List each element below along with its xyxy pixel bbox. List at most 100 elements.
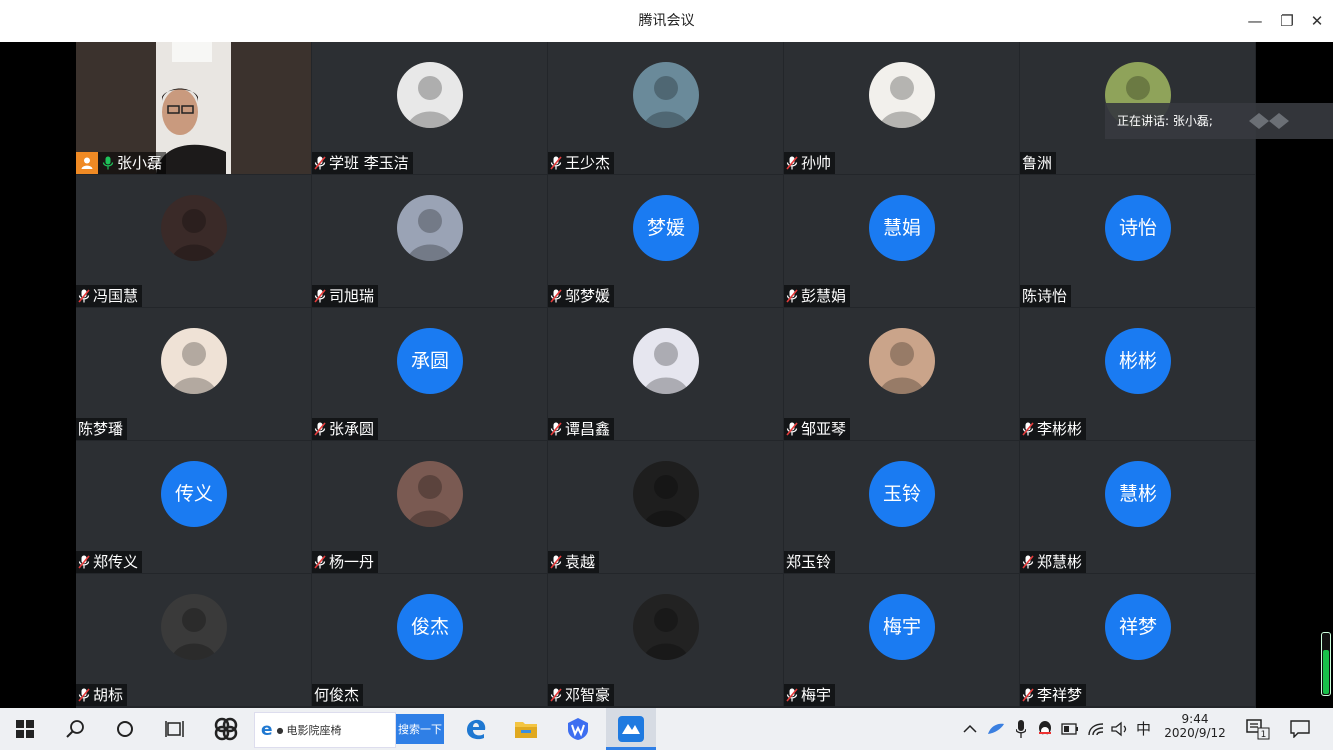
participant-tile[interactable]: 谭昌鑫 [548,308,783,440]
participant-tile[interactable]: 杨一丹 [312,441,547,573]
participant-tile[interactable]: 诗怡 陈诗怡 [1020,175,1255,307]
avatar-initials: 诗怡 [1105,195,1171,261]
pinwheel-app-button[interactable] [208,708,244,750]
task-view-button[interactable] [158,708,192,750]
participant-nameplate: 李彬彬 [1020,418,1087,440]
tray-qq-button[interactable] [1034,708,1056,750]
participant-nameplate: 邬梦媛 [548,285,615,307]
tray-battery-button[interactable] [1058,708,1082,750]
participant-tile[interactable]: 陈梦璠 [76,308,311,440]
edge-button[interactable] [458,708,494,750]
tray-volume-button[interactable] [1108,708,1132,750]
participant-name: 鲁洲 [1022,154,1053,172]
edge-icon [467,719,486,740]
participant-nameplate: 孙帅 [784,152,836,174]
task-view-icon [165,721,184,737]
ie-search-button[interactable]: 搜索一下 [396,714,444,744]
avatar-initials: 玉铃 [869,461,935,527]
participant-name: 王少杰 [565,154,611,172]
participant-tile[interactable]: 梦媛邬梦媛 [548,175,783,307]
participant-tile[interactable]: 司旭瑞 [312,175,547,307]
participant-name: 郑传义 [93,553,139,571]
participant-tile[interactable]: 张小磊 [76,42,311,174]
folder-icon [515,722,537,738]
taskbar: e ● 电影院座椅 搜索一下 中 9:44 2020/9/12 1 [0,708,1333,750]
tencent-meeting-icon [618,716,644,742]
avatar [633,62,699,128]
tencent-meeting-taskbar-button[interactable] [606,708,656,750]
avatar [633,328,699,394]
cortana-button[interactable] [108,708,142,750]
participant-tile[interactable]: 彬彬 李彬彬 [1020,308,1255,440]
search-icon [66,720,84,738]
participant-tile[interactable]: 孙帅 [784,42,1019,174]
minimize-button[interactable]: — [1240,0,1270,42]
participant-tile[interactable]: 邹亚琴 [784,308,1019,440]
avatar-initials: 梦媛 [633,195,699,261]
participant-name: 袁越 [565,553,596,571]
ime-indicator[interactable]: 中 [1136,708,1151,750]
chevron-up-icon [963,724,977,733]
tray-expand-button[interactable] [958,708,982,750]
participant-tile[interactable]: 邓智豪 [548,574,783,706]
avatar [397,62,463,128]
tray-wifi-button[interactable] [1084,708,1108,750]
avatar [397,461,463,527]
participant-tile[interactable]: 俊杰 何俊杰 [312,574,547,706]
microphone-muted-icon [314,422,326,436]
search-button[interactable] [58,708,92,750]
speech-bubble-icon [1290,720,1310,738]
participant-tile[interactable]: 祥梦 李祥梦 [1020,574,1255,706]
participant-nameplate: 陈梦璠 [76,418,128,440]
action-center-button[interactable] [1286,708,1314,750]
participant-tile[interactable]: 传义 郑传义 [76,441,311,573]
file-explorer-button[interactable] [508,708,544,750]
clock-date: 2020/9/12 [1164,726,1226,740]
microphone-on-icon [102,156,114,170]
notification-count-button[interactable]: 1 [1244,708,1272,750]
windows-logo-icon [16,720,34,738]
avatar [869,328,935,394]
participant-tile[interactable]: 王少杰 [548,42,783,174]
avatar-initials: 慧彬 [1105,461,1171,527]
start-button[interactable] [8,708,42,750]
microphone-muted-icon [78,289,90,303]
microphone-muted-icon [786,156,798,170]
battery-icon [1061,723,1078,735]
window-title: 腾讯会议 [638,13,695,29]
participant-tile[interactable]: 袁越 [548,441,783,573]
participant-nameplate: 张小磊 [76,152,167,174]
participant-tile[interactable]: 慧娟 彭慧娟 [784,175,1019,307]
participant-tile[interactable]: 玉铃郑玉铃 [784,441,1019,573]
participant-name: 郑玉铃 [786,553,832,571]
participant-tile[interactable]: 梅宇 梅宇 [784,574,1019,706]
participant-name: 梅宇 [801,686,832,704]
tray-microphone-button[interactable] [1010,708,1032,750]
tray-feather-button[interactable] [984,708,1008,750]
participant-nameplate: 郑玉铃 [784,551,836,573]
microphone-muted-icon [1022,422,1034,436]
participant-tile[interactable]: 承圆 张承圆 [312,308,547,440]
microphone-muted-icon [1022,688,1034,702]
title-bar: 腾讯会议 — ❐ ✕ [0,0,1333,42]
wps-button[interactable] [560,708,596,750]
microphone-muted-icon [314,289,326,303]
participant-tile[interactable]: 胡标 [76,574,311,706]
participant-nameplate: 梅宇 [784,684,836,706]
microphone-muted-icon [1022,555,1034,569]
participant-tile[interactable]: 冯国慧 [76,175,311,307]
avatar [869,62,935,128]
participant-tile[interactable]: 学班 李玉洁 [312,42,547,174]
microphone-muted-icon [550,688,562,702]
close-button[interactable]: ✕ [1302,0,1332,42]
dot-icon: ● [276,725,284,735]
maximize-button[interactable]: ❐ [1272,0,1302,42]
system-clock[interactable]: 9:44 2020/9/12 [1158,708,1232,750]
feather-icon [988,723,1004,734]
speaking-label: 正在讲话: 张小磊; [1117,114,1213,128]
speaker-icon [1111,721,1127,737]
ie-search-box[interactable]: e ● 电影院座椅 [254,712,396,748]
participant-tile[interactable]: 慧彬 郑慧彬 [1020,441,1255,573]
participant-name: 胡标 [93,686,124,704]
avatar-initials: 梅宇 [869,594,935,660]
